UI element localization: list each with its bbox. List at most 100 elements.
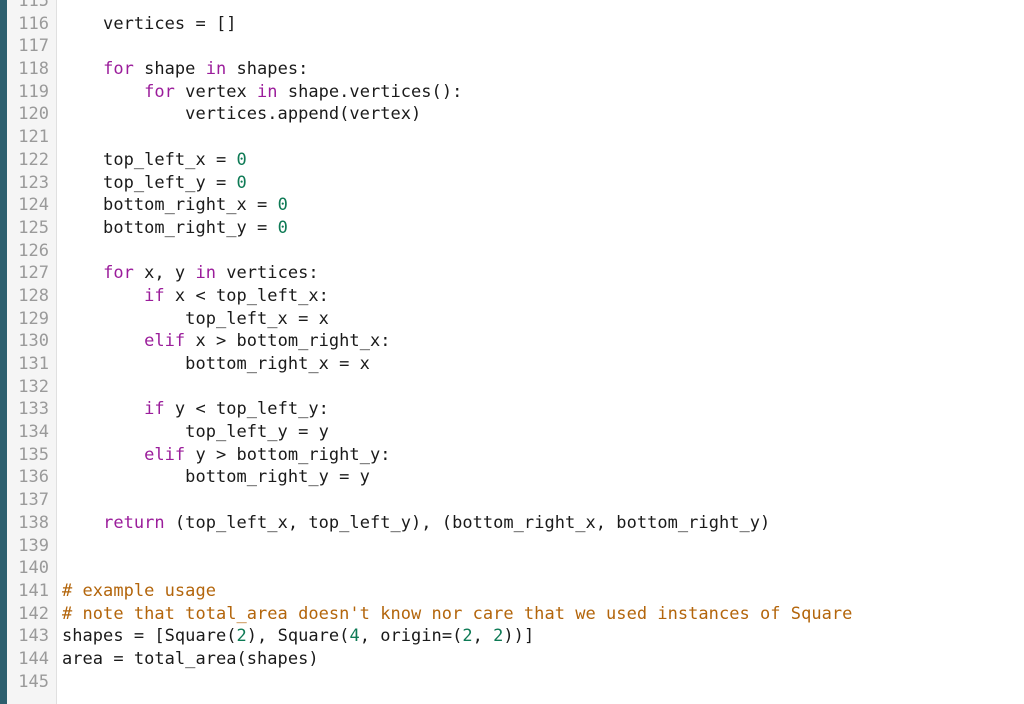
code-token-plain: ), Square( bbox=[246, 626, 350, 647]
line-number: 143 bbox=[18, 626, 49, 647]
line-number-list: 115 116 117 118 119 120 121 122 123 124 125 126 127 1… bbox=[7, 0, 56, 693]
line-number: 117 bbox=[18, 36, 49, 57]
code-line[interactable]: bottom_right_x = 0 bbox=[62, 194, 1024, 217]
code-line[interactable]: return (top_left_x, top_left_y), (bottom… bbox=[62, 512, 1024, 535]
code-line[interactable]: shapes = [Square(2), Square(4, origin=(2… bbox=[62, 625, 1024, 648]
line-number: 122 bbox=[18, 149, 49, 170]
code-token-kw: elif bbox=[144, 331, 186, 352]
code-token-num: 2 bbox=[236, 626, 247, 647]
code-line[interactable] bbox=[62, 376, 1024, 399]
code-content-area[interactable]: """ vertices = [] for shape in shapes: f… bbox=[58, 0, 1024, 704]
code-token-plain: x, y bbox=[133, 263, 196, 284]
code-line[interactable] bbox=[62, 535, 1024, 558]
code-token-plain: bottom_right_x = x bbox=[62, 354, 370, 374]
code-line-list: """ vertices = [] for shape in shapes: f… bbox=[62, 0, 1024, 693]
code-token-num: 0 bbox=[236, 149, 247, 170]
code-line[interactable] bbox=[62, 489, 1024, 512]
code-line[interactable] bbox=[62, 35, 1024, 58]
line-number: 125 bbox=[18, 217, 49, 238]
line-number: 138 bbox=[18, 512, 49, 533]
line-number: 131 bbox=[18, 354, 49, 374]
line-number: 141 bbox=[18, 580, 49, 601]
code-token-plain: ))] bbox=[503, 626, 535, 647]
code-token-kw: if bbox=[144, 399, 165, 420]
code-token-plain: , bbox=[472, 626, 494, 647]
line-number: 115 bbox=[18, 0, 49, 11]
code-token-plain: shape bbox=[133, 59, 206, 80]
code-line[interactable]: for x, y in vertices: bbox=[62, 262, 1024, 285]
code-token-plain: , origin=( bbox=[359, 626, 463, 647]
code-token-kw: in bbox=[205, 59, 227, 80]
code-line[interactable]: if y < top_left_y: bbox=[62, 398, 1024, 421]
editor-accent-bar bbox=[0, 0, 7, 704]
code-line[interactable]: top_left_x = 0 bbox=[62, 149, 1024, 172]
line-number: 140 bbox=[18, 558, 49, 579]
code-line[interactable]: for shape in shapes: bbox=[62, 58, 1024, 81]
code-token-plain: shape.vertices(): bbox=[277, 81, 463, 102]
line-number: 142 bbox=[18, 603, 49, 624]
code-token-kw: elif bbox=[144, 444, 186, 465]
code-token-num: 0 bbox=[277, 195, 288, 216]
code-line[interactable]: top_left_y = y bbox=[62, 421, 1024, 444]
line-number: 133 bbox=[18, 399, 49, 420]
code-token-plain: y > bottom_right_y: bbox=[185, 444, 391, 465]
code-line[interactable]: vertices.append(vertex) bbox=[62, 103, 1024, 126]
code-token-plain: shapes: bbox=[226, 59, 309, 80]
code-line[interactable]: # example usage bbox=[62, 580, 1024, 603]
line-number: 120 bbox=[18, 104, 49, 125]
code-token-plain: bottom_right_x = bbox=[62, 195, 278, 216]
line-number-gutter: 115 116 117 118 119 120 121 122 123 124 125 126 127 1… bbox=[7, 0, 57, 704]
code-token-kw: for bbox=[144, 81, 175, 102]
code-line[interactable]: if x < top_left_x: bbox=[62, 285, 1024, 308]
code-token-plain: vertices: bbox=[215, 263, 319, 284]
code-line[interactable]: vertices = [] bbox=[62, 13, 1024, 36]
code-line[interactable]: bottom_right_y = y bbox=[62, 466, 1024, 489]
code-token-plain: area = total_area(shapes) bbox=[62, 648, 319, 669]
line-number: 136 bbox=[18, 467, 49, 488]
line-number: 130 bbox=[18, 331, 49, 352]
line-number: 118 bbox=[18, 59, 49, 80]
code-token-plain: y < top_left_y: bbox=[164, 399, 329, 420]
code-token-plain: x < top_left_x: bbox=[164, 285, 329, 306]
line-number: 134 bbox=[18, 422, 49, 443]
code-line[interactable]: area = total_area(shapes) bbox=[62, 648, 1024, 671]
code-line[interactable]: top_left_y = 0 bbox=[62, 172, 1024, 195]
code-line[interactable] bbox=[62, 240, 1024, 263]
code-line[interactable]: bottom_right_y = 0 bbox=[62, 217, 1024, 240]
code-token-kw: return bbox=[103, 512, 165, 533]
code-token-num: 2 bbox=[493, 626, 504, 647]
code-token-kw: for bbox=[103, 59, 134, 80]
code-line[interactable] bbox=[62, 671, 1024, 694]
code-token-num: 2 bbox=[462, 626, 473, 647]
code-token-num: 0 bbox=[236, 172, 247, 193]
code-line[interactable]: elif y > bottom_right_y: bbox=[62, 444, 1024, 467]
line-number: 127 bbox=[18, 263, 49, 284]
code-line[interactable] bbox=[62, 557, 1024, 580]
line-number: 135 bbox=[18, 444, 49, 465]
code-token-plain: x > bottom_right_x: bbox=[185, 331, 391, 352]
line-number: 119 bbox=[18, 81, 49, 102]
code-token-plain: shapes = [Square( bbox=[62, 626, 237, 647]
code-token-num: 0 bbox=[277, 217, 288, 238]
code-line[interactable]: for vertex in shape.vertices(): bbox=[62, 81, 1024, 104]
code-line[interactable]: """ bbox=[62, 0, 1024, 13]
code-line[interactable] bbox=[62, 126, 1024, 149]
code-token-comment: # example usage bbox=[62, 580, 216, 601]
code-token-plain: bottom_right_y = bbox=[62, 217, 278, 238]
code-token-kw: if bbox=[144, 285, 165, 306]
line-number: 121 bbox=[18, 127, 49, 148]
code-line[interactable]: top_left_x = x bbox=[62, 308, 1024, 331]
code-line[interactable]: # note that total_area doesn't know nor … bbox=[62, 603, 1024, 626]
line-number: 139 bbox=[18, 535, 49, 556]
code-token-plain: top_left_y = bbox=[62, 172, 237, 193]
code-line[interactable]: elif x > bottom_right_x: bbox=[62, 330, 1024, 353]
code-token-kw: in bbox=[257, 81, 278, 102]
code-line[interactable]: bottom_right_x = x bbox=[62, 353, 1024, 376]
